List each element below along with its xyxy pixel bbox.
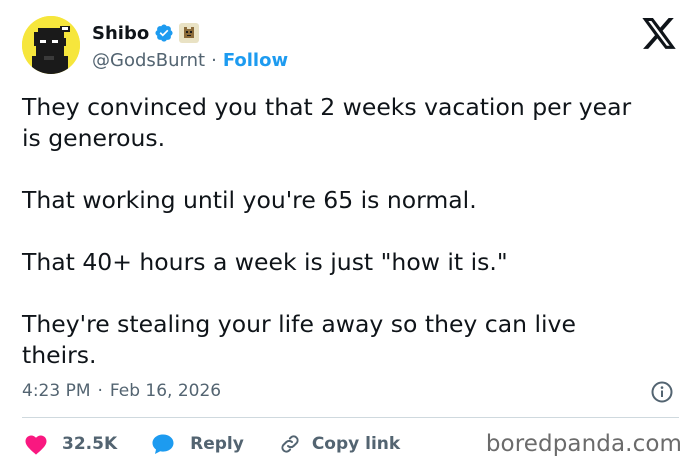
watermark: boredpanda.com [485,431,682,457]
affiliate-badge-icon [179,23,200,43]
x-logo-icon[interactable] [640,18,678,52]
divider [22,417,679,418]
heart-icon [25,435,47,455]
reply-label: Reply [190,434,244,454]
link-icon [281,435,299,453]
author-handle-row: @GodsBurnt · Follow [92,48,288,72]
follow-button[interactable]: Follow [223,50,288,71]
speech-bubble-icon [152,434,174,454]
info-icon[interactable] [650,380,674,404]
tweet-timestamp[interactable]: 4:23 PM · Feb 16, 2026 [22,379,221,403]
author-handle[interactable]: @GodsBurnt [92,50,205,71]
copy-link-label: Copy link [311,434,401,454]
author-display-name[interactable]: Shibo [92,23,149,44]
like-count: 32.5K [62,434,118,454]
verified-badge-icon [154,23,174,43]
separator-dot: · [211,49,217,71]
tweet-paragraph: They're stealing your life away so they … [22,310,576,369]
copy-link-button[interactable]: Copy link [278,432,400,456]
pixel-ninja-avatar-image [22,16,80,74]
separator-dot: · [97,381,103,401]
tweet-paragraph: That 40+ hours a week is just "how it is… [22,248,508,276]
like-button[interactable]: 32.5K [24,433,117,455]
tweet-actions-bar: 32.5K Reply Copy link [24,430,434,458]
avatar[interactable] [22,16,80,74]
tweet-paragraph: That working until you're 65 is normal. [22,186,477,214]
tweet-time: 4:23 PM [22,381,91,401]
tweet-paragraph: They convinced you that 2 weeks vacation… [22,93,632,152]
author-name-row: Shibo [92,20,200,46]
tweet-date: Feb 16, 2026 [109,381,222,401]
reply-button[interactable]: Reply [151,433,244,455]
